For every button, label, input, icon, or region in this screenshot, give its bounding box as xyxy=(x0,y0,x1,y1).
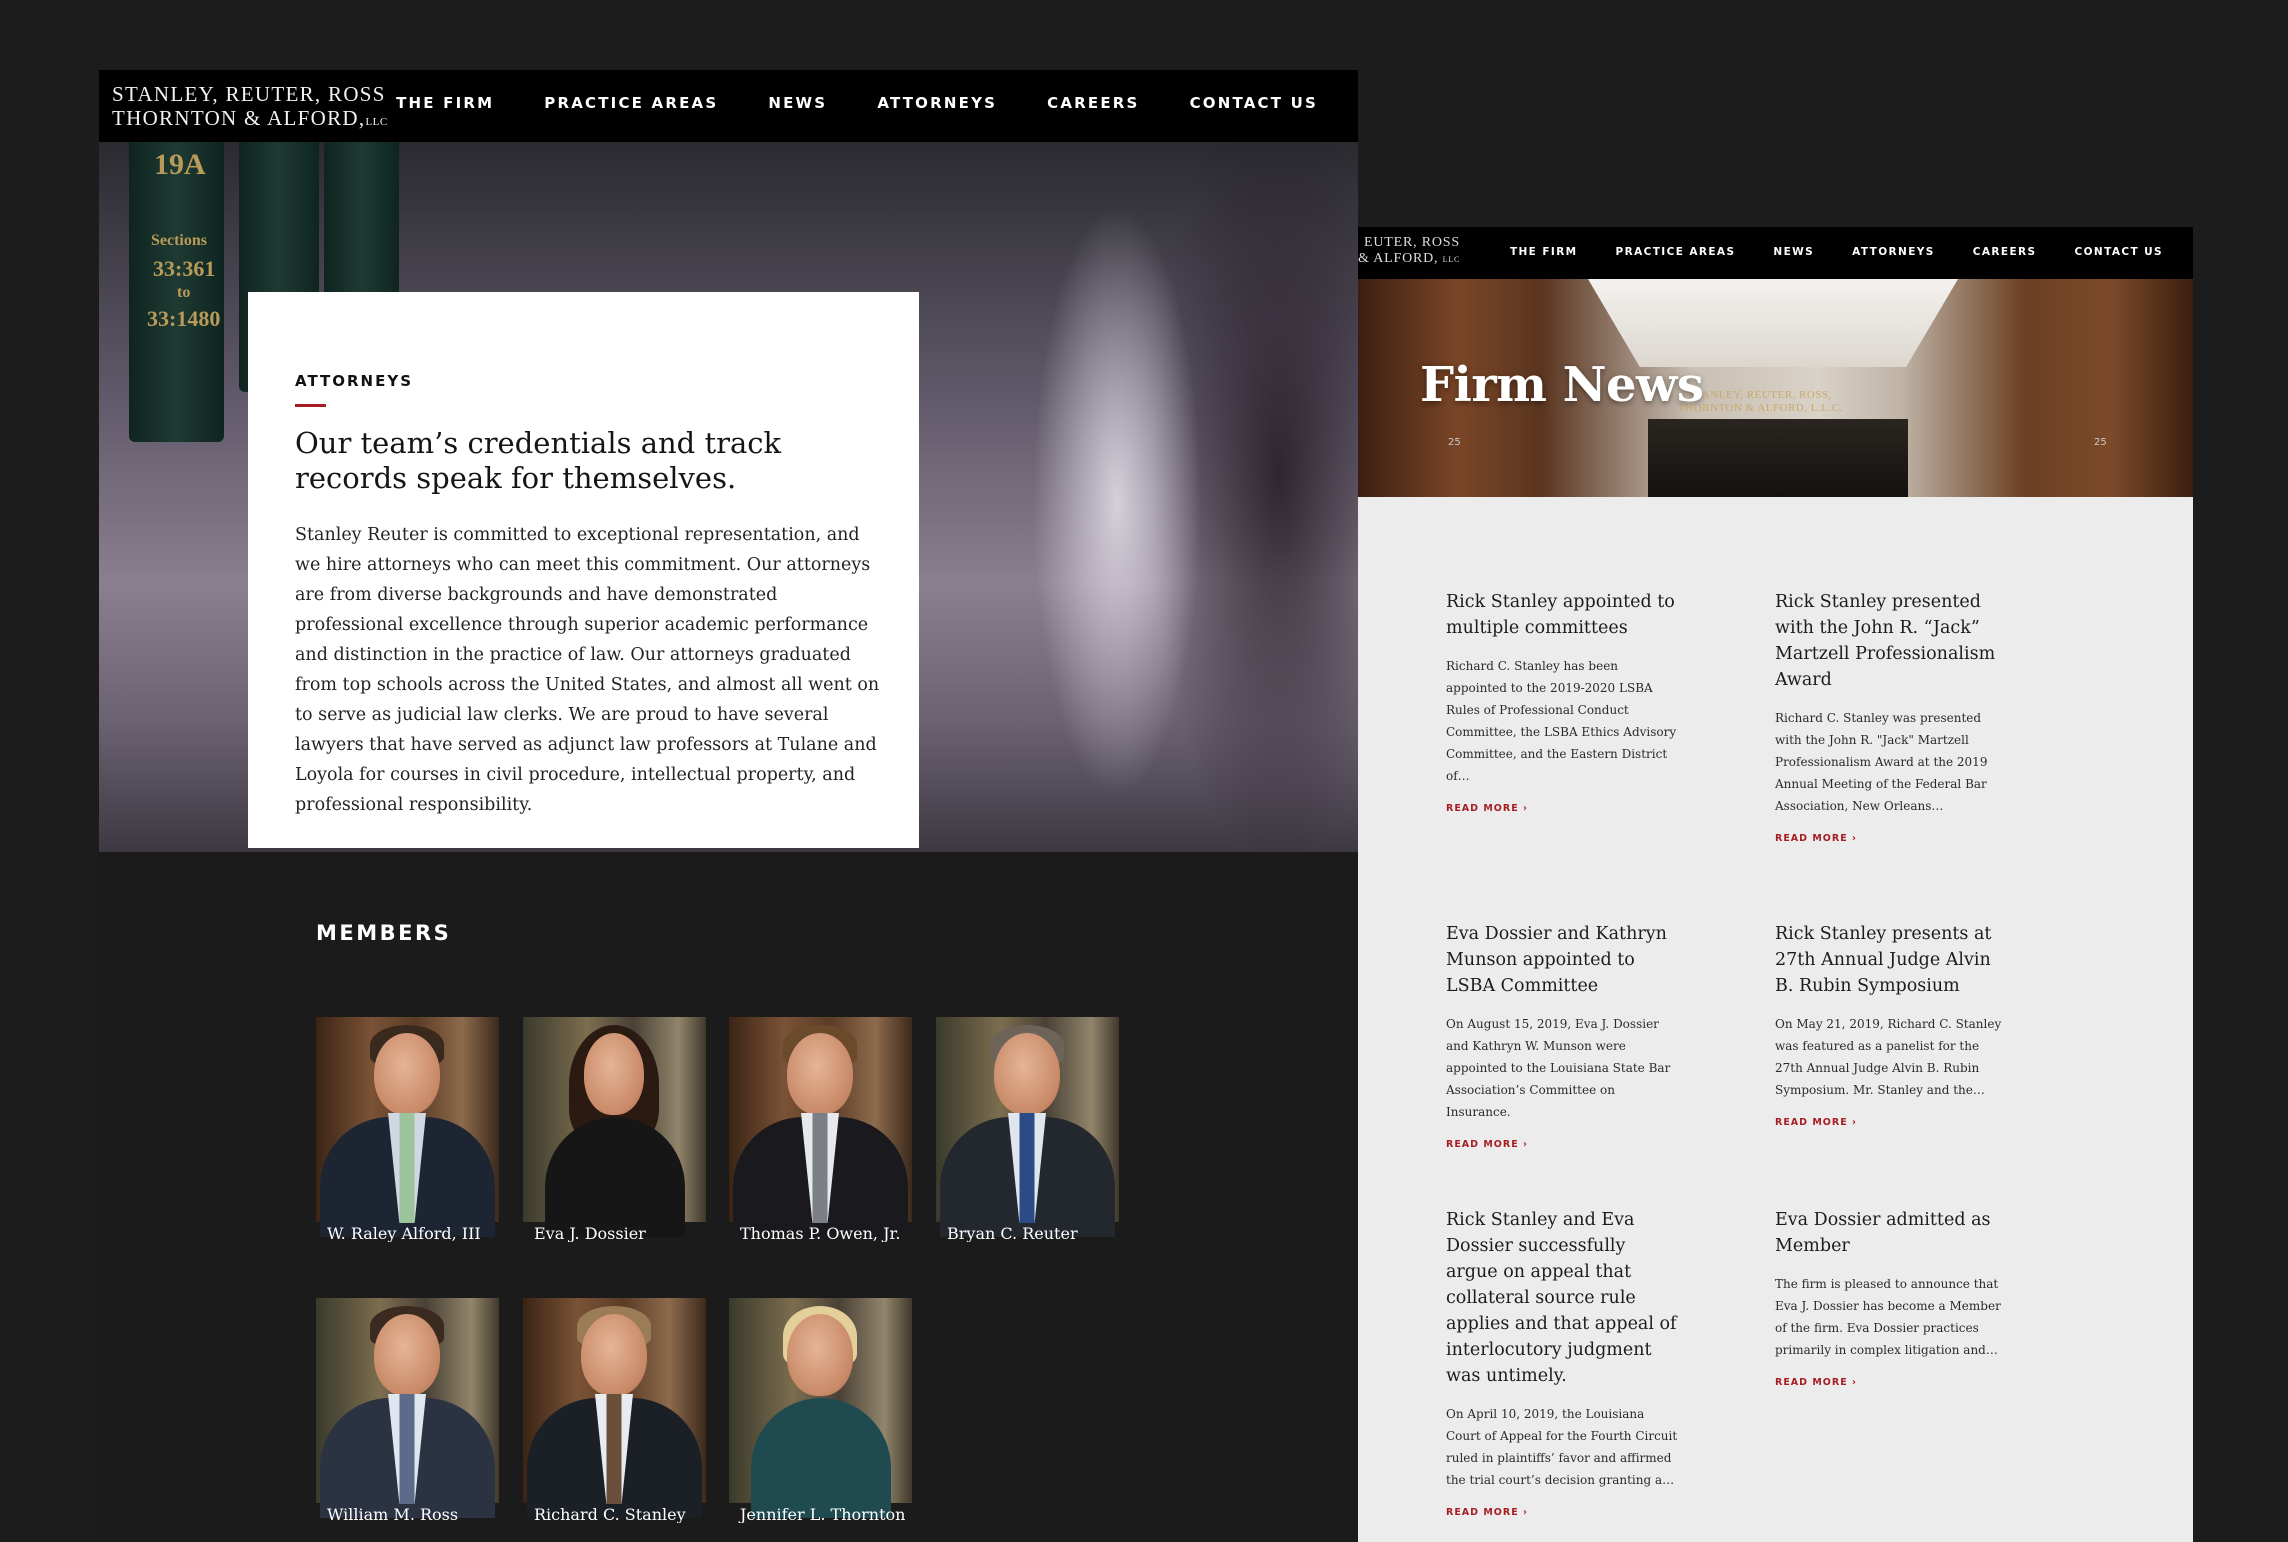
top-navigation: EUTER, ROSS & ALFORD, LLC THE FIRM PRACT… xyxy=(1358,227,2193,279)
nav-link-attorneys[interactable]: ATTORNEYS xyxy=(1852,246,1935,258)
spine-label: to xyxy=(177,284,191,301)
member-name[interactable]: William M. Ross xyxy=(327,1505,458,1523)
hero-bookshelf-image: 19A Sections 33:361 to 33:1480 ATTORNEYS… xyxy=(99,142,1358,852)
logo-line-2: THORNTON & ALFORD,LLC xyxy=(112,106,388,130)
firm-logo[interactable]: EUTER, ROSS & ALFORD, LLC xyxy=(1358,235,1460,268)
member-name[interactable]: W. Raley Alford, III xyxy=(327,1224,481,1242)
floor-number: 25 xyxy=(1448,437,1461,448)
nav-link-practice-areas[interactable]: PRACTICE AREAS xyxy=(1616,246,1736,258)
member-card-thornton[interactable]: Jennifer L. Thornton xyxy=(729,1298,912,1523)
nav-link-the-firm[interactable]: THE FIRM xyxy=(396,94,494,112)
member-name[interactable]: Jennifer L. Thornton xyxy=(740,1505,905,1523)
article-excerpt: Richard C. Stanley has been appointed to… xyxy=(1446,659,1677,783)
chevron-right-icon: › xyxy=(1523,1507,1528,1518)
logo-llc: LLC xyxy=(1442,255,1461,264)
article-title[interactable]: Rick Stanley and Eva Dossier successfull… xyxy=(1446,1207,1678,1389)
logo-line-2: & ALFORD, LLC xyxy=(1358,251,1461,266)
logo-line-1: STANLEY, REUTER, ROSS xyxy=(112,82,386,106)
news-article: Rick Stanley appointed to multiple commi… xyxy=(1446,589,1678,815)
members-heading: MEMBERS xyxy=(316,921,452,945)
article-title[interactable]: Eva Dossier admitted as Member xyxy=(1775,1207,2007,1259)
nav-link-practice-areas[interactable]: PRACTICE AREAS xyxy=(544,94,718,112)
read-more-link[interactable]: READ MORE › xyxy=(1446,1139,1528,1150)
nav-link-careers[interactable]: CAREERS xyxy=(1973,246,2037,258)
chevron-right-icon: › xyxy=(1523,803,1528,814)
chevron-right-icon: › xyxy=(1852,833,1857,844)
nav-link-contact-us[interactable]: CONTACT US xyxy=(1190,94,1318,112)
spine-label: 19A xyxy=(154,148,206,181)
member-name[interactable]: Bryan C. Reuter xyxy=(947,1224,1078,1242)
read-more-link[interactable]: READ MORE › xyxy=(1446,803,1528,814)
member-card-alford[interactable]: W. Raley Alford, III xyxy=(316,1017,499,1242)
nav-link-the-firm[interactable]: THE FIRM xyxy=(1510,246,1578,258)
intro-body: Stanley Reuter is committed to exception… xyxy=(295,525,880,815)
member-name[interactable]: Thomas P. Owen, Jr. xyxy=(740,1224,900,1242)
chevron-right-icon: › xyxy=(1852,1117,1857,1128)
article-title[interactable]: Rick Stanley presented with the John R. … xyxy=(1775,589,2007,693)
attorneys-intro-card: ATTORNEYS Our team’s credentials and tra… xyxy=(248,292,919,848)
read-more-link[interactable]: READ MORE › xyxy=(1775,1117,1857,1128)
member-card-dossier[interactable]: Eva J. Dossier xyxy=(523,1017,706,1242)
article-excerpt: On May 21, 2019, Richard C. Stanley was … xyxy=(1775,1017,2002,1097)
member-name[interactable]: Richard C. Stanley xyxy=(534,1505,686,1523)
member-card-reuter[interactable]: Bryan C. Reuter xyxy=(936,1017,1119,1242)
floor-number: 25 xyxy=(2094,437,2107,448)
member-card-stanley[interactable]: Richard C. Stanley xyxy=(523,1298,706,1523)
article-excerpt: The firm is pleased to announce that Eva… xyxy=(1775,1277,2001,1357)
read-more-link[interactable]: READ MORE › xyxy=(1775,833,1857,844)
nav-link-news[interactable]: NEWS xyxy=(768,94,827,112)
read-more-link[interactable]: READ MORE › xyxy=(1775,1377,1857,1388)
nav-link-attorneys[interactable]: ATTORNEYS xyxy=(877,94,997,112)
news-article: Eva Dossier admitted as Member The firm … xyxy=(1775,1207,2007,1389)
article-title[interactable]: Eva Dossier and Kathryn Munson appointed… xyxy=(1446,921,1678,999)
top-navigation: STANLEY, REUTER, ROSS THORNTON & ALFORD,… xyxy=(99,70,1358,142)
chevron-right-icon: › xyxy=(1523,1139,1528,1150)
article-excerpt: On August 15, 2019, Eva J. Dossier and K… xyxy=(1446,1017,1671,1119)
logo-llc: LLC xyxy=(365,116,388,128)
nav-link-contact-us[interactable]: CONTACT US xyxy=(2074,246,2163,258)
nav-link-careers[interactable]: CAREERS xyxy=(1047,94,1139,112)
firm-logo[interactable]: STANLEY, REUTER, ROSS THORNTON & ALFORD,… xyxy=(112,82,388,134)
nav-link-news[interactable]: NEWS xyxy=(1773,246,1814,258)
accent-rule xyxy=(295,404,326,407)
section-eyebrow: ATTORNEYS xyxy=(295,372,414,390)
lobby-doorway xyxy=(1648,419,1908,497)
spine-label: Sections xyxy=(151,232,207,249)
news-page-window: EUTER, ROSS & ALFORD, LLC THE FIRM PRACT… xyxy=(1358,227,2193,1542)
article-excerpt: Richard C. Stanley was presented with th… xyxy=(1775,711,1988,813)
page-title: Firm News xyxy=(1420,357,1704,413)
news-article: Rick Stanley presents at 27th Annual Jud… xyxy=(1775,921,2007,1129)
news-article: Rick Stanley and Eva Dossier successfull… xyxy=(1446,1207,1678,1519)
attorneys-page-window: STANLEY, REUTER, ROSS THORNTON & ALFORD,… xyxy=(99,70,1358,1542)
member-card-ross[interactable]: William M. Ross xyxy=(316,1298,499,1523)
hero-lobby-image: STANLEY, REUTER, ROSS, THORNTON & ALFORD… xyxy=(1358,279,2193,497)
read-more-link[interactable]: READ MORE › xyxy=(1446,1507,1528,1518)
member-card-owen[interactable]: Thomas P. Owen, Jr. xyxy=(729,1017,912,1242)
news-article: Eva Dossier and Kathryn Munson appointed… xyxy=(1446,921,1678,1151)
spine-label: 33:361 xyxy=(153,256,216,281)
news-article: Rick Stanley presented with the John R. … xyxy=(1775,589,2007,845)
spine-label: 33:1480 xyxy=(147,306,221,331)
chevron-right-icon: › xyxy=(1852,1377,1857,1388)
article-title[interactable]: Rick Stanley presents at 27th Annual Jud… xyxy=(1775,921,2007,999)
logo-line-1: EUTER, ROSS xyxy=(1364,235,1460,250)
member-name[interactable]: Eva J. Dossier xyxy=(534,1224,646,1242)
ceiling-light xyxy=(1588,279,1958,367)
intro-heading: Our team’s credentials and track records… xyxy=(295,426,782,495)
article-title[interactable]: Rick Stanley appointed to multiple commi… xyxy=(1446,589,1678,641)
article-excerpt: On April 10, 2019, the Louisiana Court o… xyxy=(1446,1407,1678,1487)
